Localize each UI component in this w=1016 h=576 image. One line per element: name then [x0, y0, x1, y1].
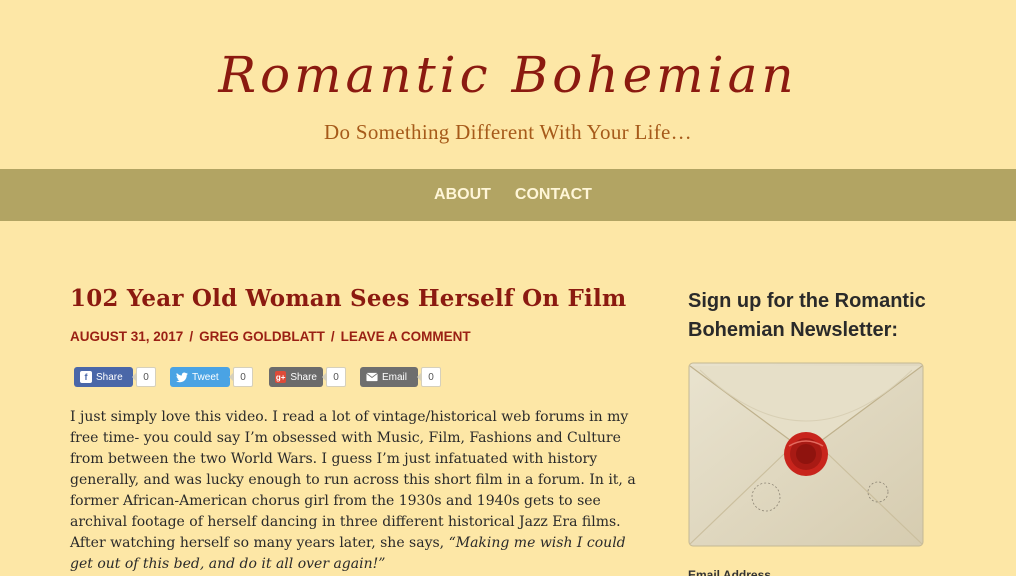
email-share-button[interactable]: Email 0 — [360, 366, 441, 388]
facebook-icon: f — [80, 371, 92, 383]
post-body-text: I just simply love this video. I read a … — [70, 409, 636, 551]
facebook-share-label-wrap: f Share — [74, 367, 133, 387]
google-plus-share-count: 0 — [322, 367, 346, 387]
google-plus-share-label-wrap: g+ Share — [269, 367, 323, 387]
site-tagline: Do Something Different With Your Life… — [324, 120, 692, 144]
post-meta: AUGUST 31, 2017 / GREG GOLDBLATT / LEAVE A C… — [70, 329, 635, 344]
leave-comment-link[interactable]: LEAVE A COMMENT — [341, 329, 471, 344]
twitter-tweet-button[interactable]: Tweet 0 — [170, 366, 253, 388]
newsletter-widget-title: Sign up for the Romantic Bohemian Newsle… — [688, 290, 926, 341]
email-icon — [366, 371, 378, 383]
facebook-share-button[interactable]: f Share 0 — [74, 366, 156, 388]
meta-separator: / — [189, 329, 194, 344]
site-title[interactable]: Romantic Bohemian — [0, 46, 1016, 104]
post-title[interactable]: 102 Year Old Woman Sees Herself On Film — [70, 283, 635, 315]
post-body: I just simply love this video. I read a … — [70, 407, 638, 575]
google-plus-share-button[interactable]: g+ Share 0 — [269, 366, 346, 388]
share-buttons: f Share 0 Tweet 0 g+ Share 0 Email 0 — [74, 366, 441, 388]
post-date[interactable]: AUGUST 31, 2017 — [70, 329, 183, 344]
nav-items: ABOUT CONTACT — [0, 169, 1016, 221]
twitter-tweet-label-wrap: Tweet — [170, 367, 230, 387]
nav-item-about[interactable]: ABOUT — [434, 186, 491, 204]
main-nav: ABOUT CONTACT — [0, 169, 1016, 221]
meta-separator: / — [330, 329, 335, 344]
twitter-tweet-label: Tweet — [192, 371, 219, 383]
envelope-image — [688, 362, 924, 547]
facebook-share-label: Share — [96, 371, 123, 383]
google-plus-icon: g+ — [275, 371, 287, 383]
email-share-count: 0 — [417, 367, 441, 387]
twitter-tweet-count: 0 — [229, 367, 253, 387]
sidebar: Sign up for the Romantic Bohemian Newsle… — [688, 287, 948, 576]
facebook-share-count: 0 — [132, 367, 156, 387]
site-header: Romantic Bohemian Do Something Different… — [0, 0, 1016, 169]
nav-item-contact[interactable]: CONTACT — [515, 186, 592, 204]
google-plus-share-label: Share — [290, 371, 317, 383]
email-share-label: Email — [382, 371, 408, 383]
twitter-icon — [176, 371, 188, 383]
email-address-label: Email Address — [688, 568, 771, 576]
email-share-label-wrap: Email — [360, 367, 418, 387]
post-article: 102 Year Old Woman Sees Herself On Film … — [70, 283, 636, 572]
post-author[interactable]: GREG GOLDBLATT — [199, 329, 325, 344]
